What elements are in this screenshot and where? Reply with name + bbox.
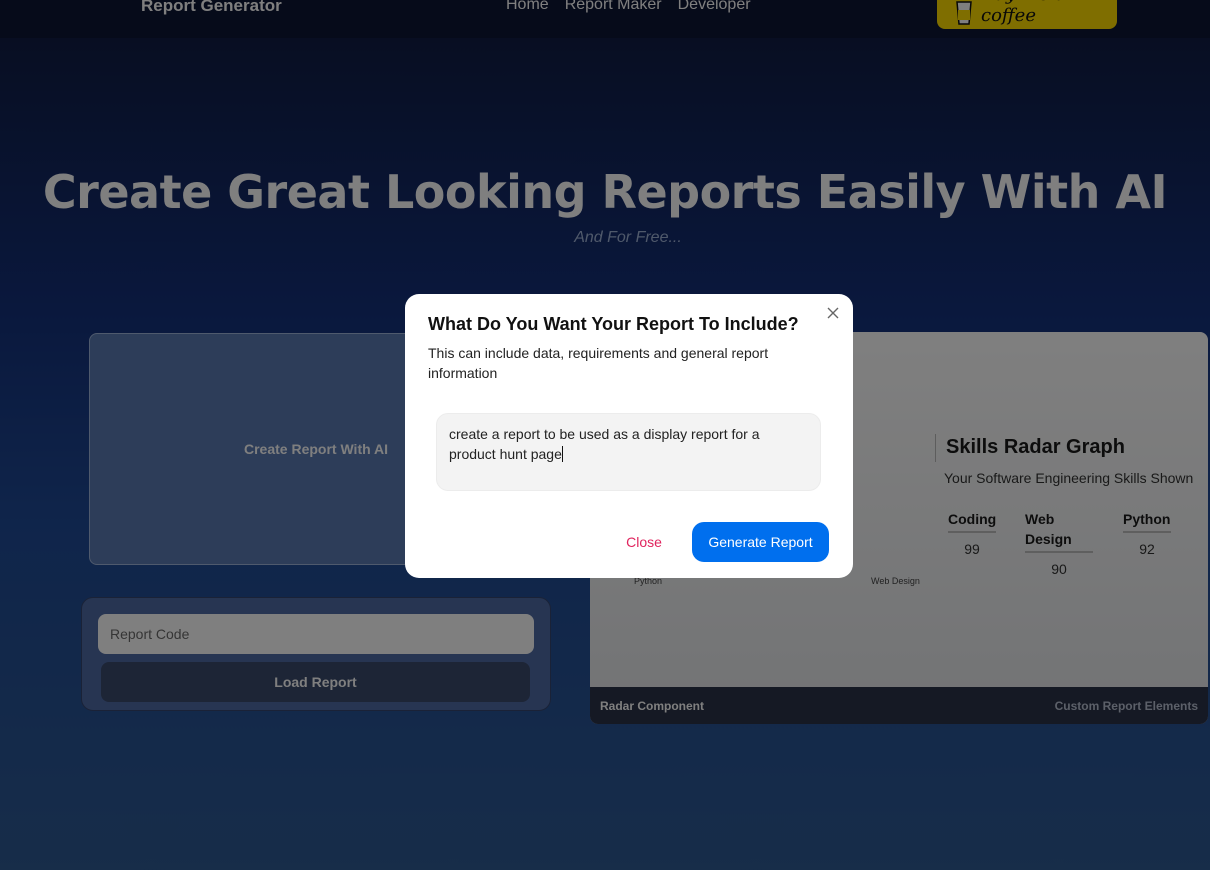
textarea-value: create a report to be used as a display … (449, 426, 760, 462)
modal-description: This can include data, requirements and … (428, 345, 769, 381)
report-prompt-modal: What Do You Want Your Report To Include?… (405, 294, 853, 578)
generate-report-button[interactable]: Generate Report (692, 522, 829, 562)
close-icon[interactable] (824, 304, 842, 322)
close-button[interactable]: Close (608, 532, 680, 552)
report-prompt-textarea[interactable]: create a report to be used as a display … (436, 413, 821, 491)
text-caret (561, 446, 563, 462)
modal-title: What Do You Want Your Report To Include? (428, 314, 799, 334)
